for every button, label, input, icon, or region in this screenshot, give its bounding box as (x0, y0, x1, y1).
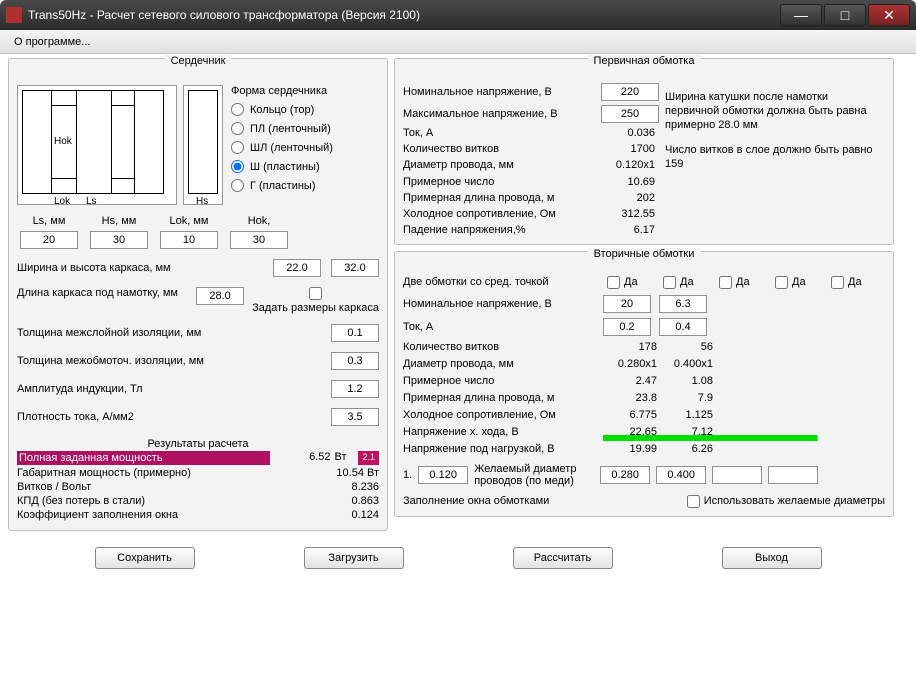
set-sizes-checkbox[interactable] (309, 287, 322, 300)
shape-sh[interactable]: Ш (пластины) (231, 160, 333, 173)
ct-checkbox-1[interactable]: Да (607, 276, 659, 289)
core-form-label: Форма сердечника (231, 85, 333, 97)
induction-input[interactable] (331, 380, 379, 398)
carcass-h-input[interactable] (331, 259, 379, 277)
app-icon (6, 7, 22, 23)
calc-button[interactable]: Рассчитать (513, 547, 613, 569)
ct-checkbox-2[interactable]: Да (663, 276, 715, 289)
shape-g[interactable]: Г (пластины) (231, 179, 333, 192)
wire-c2[interactable] (656, 466, 706, 484)
wire-c1[interactable] (600, 466, 650, 484)
wire-c3[interactable] (712, 466, 762, 484)
sec-i-1[interactable] (603, 318, 651, 336)
primary-panel: Первичная обмотка Номинальное напряжение… (394, 58, 894, 245)
sec-v-1[interactable] (603, 295, 651, 313)
menu-bar: О программе... (0, 30, 916, 54)
core-panel-title: Сердечник (165, 55, 232, 67)
hs-input[interactable] (90, 231, 148, 249)
wire-base[interactable] (418, 466, 468, 484)
sec-i-2[interactable] (659, 318, 707, 336)
secondary-panel: Вторичные обмотки Две обмотки со сред. т… (394, 251, 894, 517)
lok-input[interactable] (160, 231, 218, 249)
carcass-len-input[interactable] (196, 287, 244, 305)
shape-shl[interactable]: ШЛ (ленточный) (231, 141, 333, 154)
core-diagram: Hok Lok Ls (17, 85, 177, 205)
result-power: Полная заданная мощность 6.52 Вт 2.1 (17, 450, 379, 466)
maximize-button[interactable]: □ (824, 4, 866, 26)
use-desired-checkbox[interactable]: Использовать желаемые диаметры (687, 495, 885, 508)
currdens-input[interactable] (331, 408, 379, 426)
shape-pl[interactable]: ПЛ (ленточный) (231, 122, 333, 135)
menu-about[interactable]: О программе... (6, 33, 98, 51)
exit-button[interactable]: Выход (722, 547, 822, 569)
primary-max-v[interactable] (601, 105, 659, 123)
wire-c4[interactable] (768, 466, 818, 484)
save-button[interactable]: Сохранить (95, 547, 195, 569)
core-panel: Сердечник Hok Lok Ls Hs (8, 58, 388, 531)
ct-checkbox-4[interactable]: Да (775, 276, 827, 289)
core-diagram-side: Hs (183, 85, 223, 205)
primary-nominal-v[interactable] (601, 83, 659, 101)
carcass-w-input[interactable] (273, 259, 321, 277)
interlayer-input[interactable] (331, 324, 379, 342)
hok-input[interactable] (230, 231, 288, 249)
minimize-button[interactable]: — (780, 4, 822, 26)
sec-v-2[interactable] (659, 295, 707, 313)
load-button[interactable]: Загрузить (304, 547, 404, 569)
ct-checkbox-3[interactable]: Да (719, 276, 771, 289)
close-button[interactable]: ✕ (868, 4, 910, 26)
window-titlebar: Trans50Hz - Расчет сетевого силового тра… (0, 0, 916, 30)
ct-checkbox-5[interactable]: Да (831, 276, 883, 289)
ls-input[interactable] (20, 231, 78, 249)
interwind-input[interactable] (331, 352, 379, 370)
shape-ring[interactable]: Кольцо (тор) (231, 103, 333, 116)
window-title: Trans50Hz - Расчет сетевого силового тра… (28, 8, 780, 22)
green-bar (603, 435, 889, 441)
